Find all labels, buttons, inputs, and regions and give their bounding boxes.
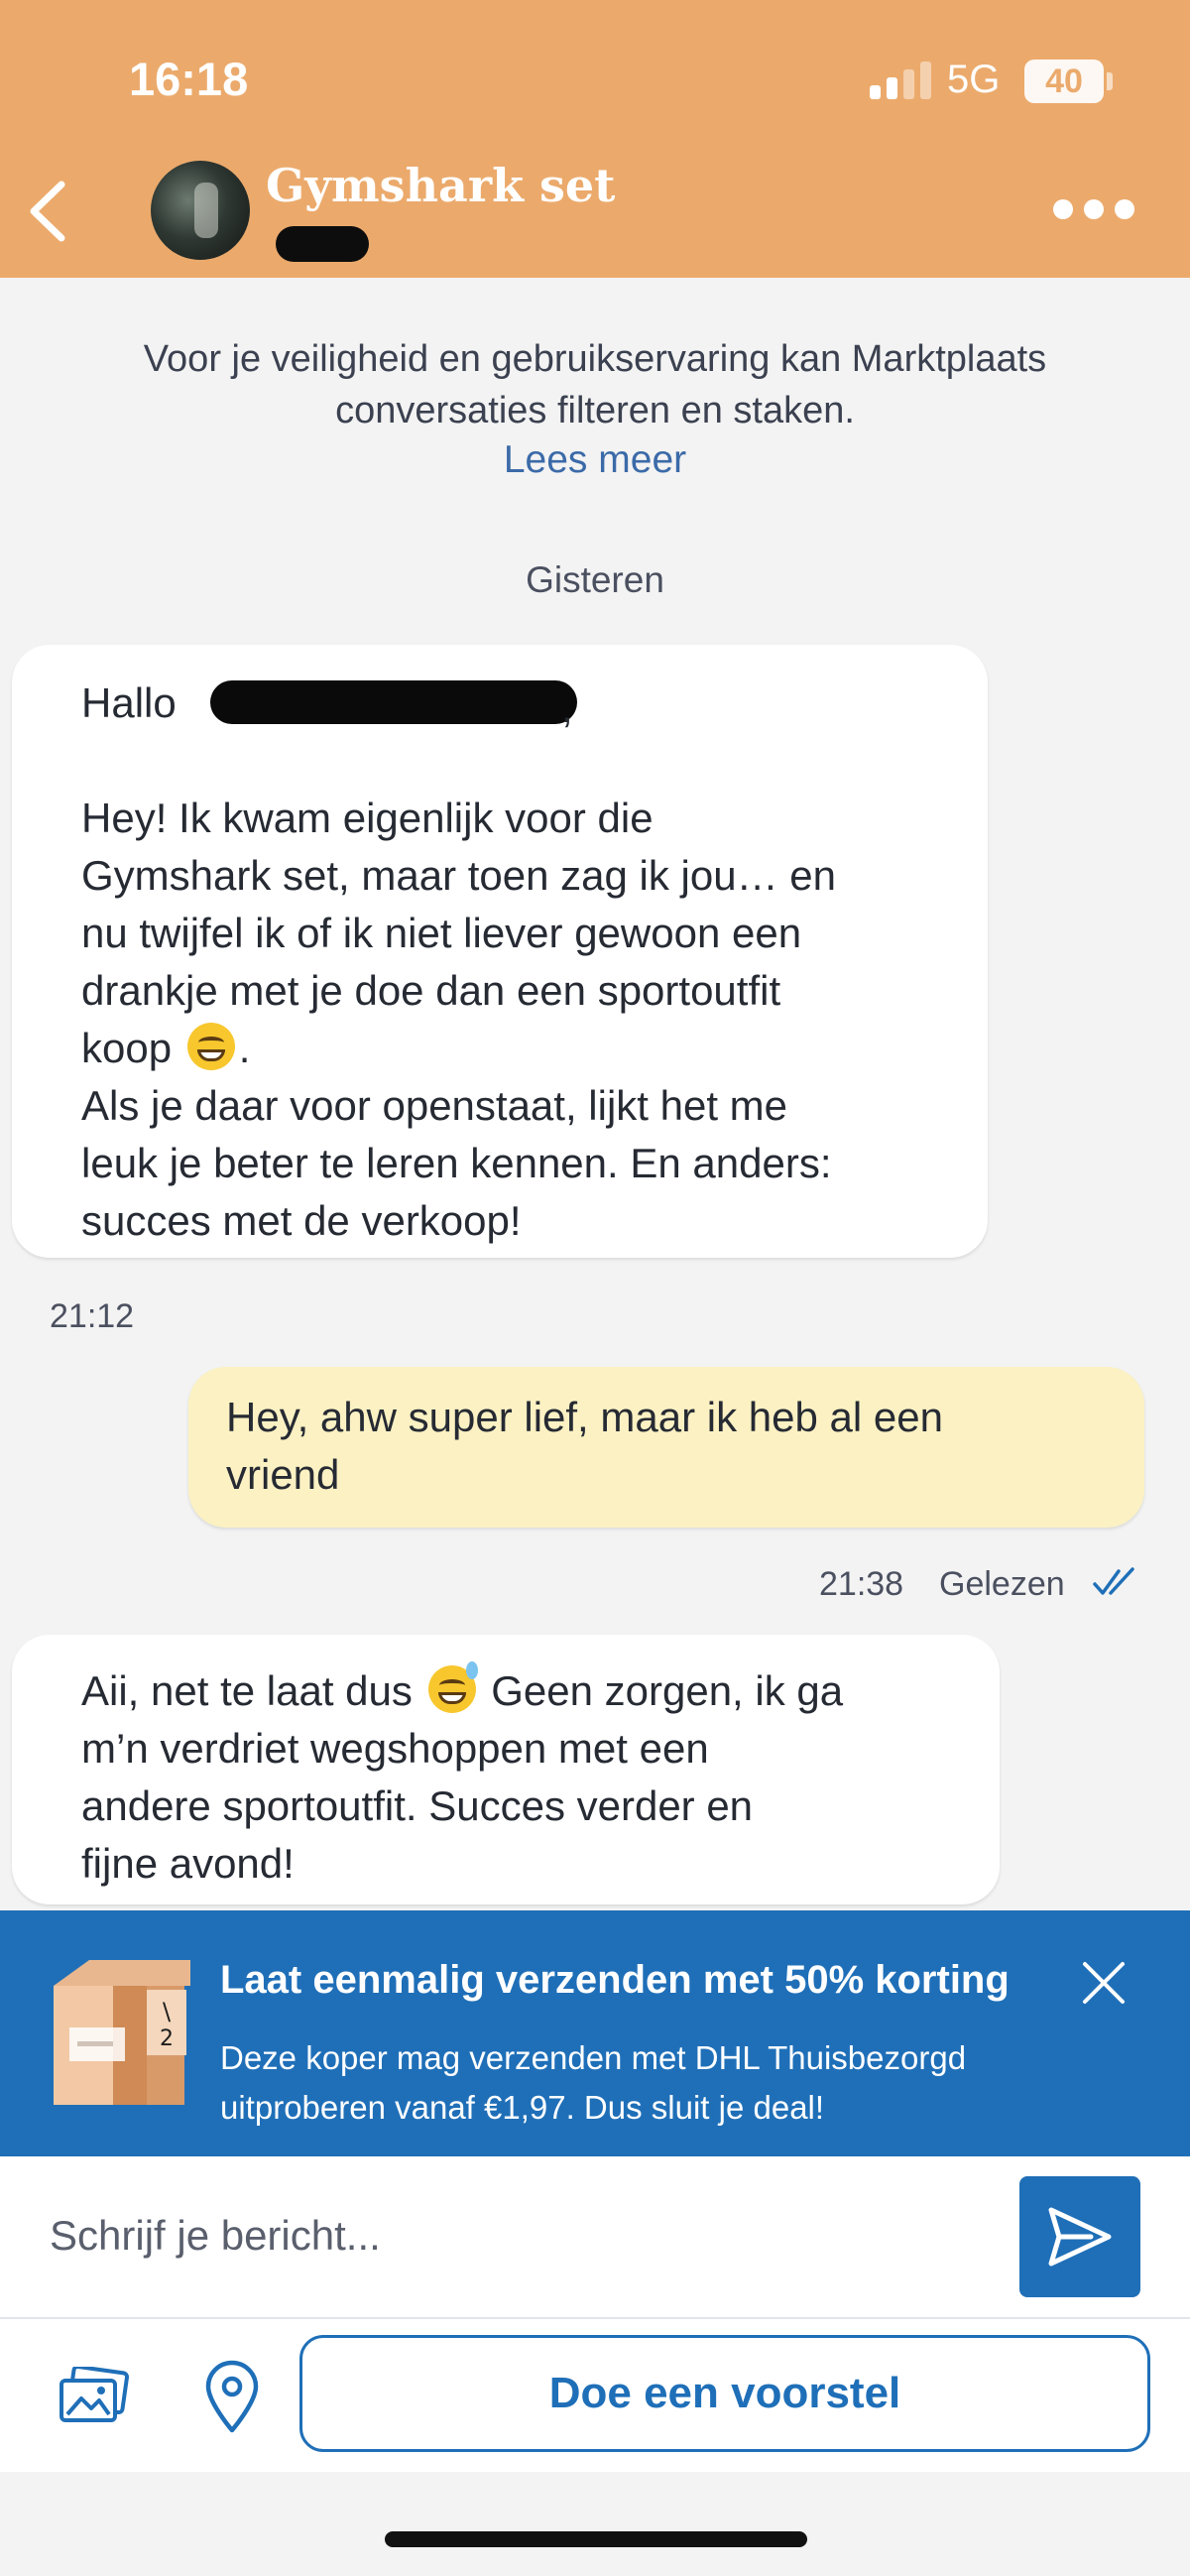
message-line-with-emoji: Aii, net te laat dus Geen zorgen, ik ga: [81, 1661, 844, 1720]
package-box-icon: \ 2: [54, 1960, 190, 2105]
battery-icon: 40: [1024, 60, 1104, 103]
battery-level: 40: [1045, 61, 1083, 100]
message-line: nu twijfel ik of ik niet liever gewoon e…: [81, 910, 802, 956]
svg-text:\: \: [163, 1998, 172, 2025]
back-button[interactable]: [20, 177, 79, 246]
promo-line: Deze koper mag verzenden met DHL Thuisbe…: [220, 2039, 967, 2076]
notice-line: Voor je veiligheid en gebruikservaring k…: [143, 338, 1047, 380]
avatar[interactable]: [151, 161, 250, 260]
close-icon[interactable]: [1079, 1958, 1129, 2008]
photo-icon[interactable]: [58, 2367, 129, 2426]
read-status: Gelezen: [939, 1565, 1065, 1603]
message-line: succes met de verkoop!: [81, 1197, 522, 1244]
chevron-left-icon: [30, 181, 65, 242]
send-button[interactable]: [1019, 2176, 1140, 2297]
battery-tip: [1107, 72, 1113, 90]
svg-text:2: 2: [160, 2026, 174, 2051]
message-line: vriend: [226, 1451, 340, 1498]
dot-icon: [1084, 199, 1104, 219]
message-greeting: Hallo: [81, 679, 177, 726]
redacted-username: [276, 226, 369, 262]
network-label: 5G: [947, 58, 1001, 101]
message-line-with-emoji: koop .: [81, 1020, 250, 1077]
message-line: Als je daar voor openstaat, lijkt het me: [81, 1082, 788, 1129]
chat-title: Gymshark set: [266, 159, 616, 212]
message-line: m’n verdriet wegshoppen met een: [81, 1725, 709, 1772]
more-options-button[interactable]: [1053, 196, 1134, 222]
dot-icon: [1115, 199, 1134, 219]
read-more-link[interactable]: Lees meer: [0, 438, 1190, 482]
message-line: andere sportoutfit. Succes verder en: [81, 1782, 754, 1829]
signal-icon: [870, 60, 933, 99]
message-line: Hey, ahw super lief, maar ik heb al een: [226, 1394, 943, 1440]
safety-notice: Voor je veiligheid en gebruikservaring k…: [60, 333, 1130, 436]
message-timestamp: 21:12: [50, 1297, 135, 1335]
message-text: Aii, net te laat dus: [81, 1667, 413, 1714]
make-offer-button[interactable]: Doe een voorstel: [299, 2335, 1150, 2452]
message-text: .: [238, 1025, 251, 1071]
send-icon: [1048, 2207, 1112, 2267]
sweat-smile-emoji-icon: [427, 1661, 478, 1713]
outgoing-message[interactable]: Hey, ahw super lief, maar ik heb al een …: [188, 1367, 1144, 1528]
promo-line: uitproberen vanaf €1,97. Dus sluit je de…: [220, 2089, 825, 2126]
status-time: 16:18: [129, 53, 249, 105]
message-text: Geen zorgen, ik ga: [491, 1667, 844, 1714]
incoming-message[interactable]: Hallo Hey! Ik kwam eigenlijk voor die Gy…: [12, 645, 988, 1258]
redacted-recipient-name: [210, 680, 577, 724]
promo-description: Deze koper mag verzenden met DHL Thuisbe…: [220, 2033, 966, 2133]
double-check-icon: [1093, 1567, 1134, 1595]
home-indicator[interactable]: [385, 2531, 807, 2547]
message-line: fijne avond!: [81, 1840, 295, 1887]
message-line: Gymshark set, maar toen zag ik jou… en: [81, 852, 836, 899]
location-pin-icon[interactable]: [200, 2359, 264, 2434]
grinning-emoji-icon: [186, 1023, 235, 1070]
message-line: Hey! Ik kwam eigenlijk voor die: [81, 795, 654, 841]
message-timestamp: 21:38: [819, 1565, 904, 1603]
message-line: leuk je beter te leren kennen. En anders…: [81, 1140, 832, 1186]
notice-line: conversaties filteren en staken.: [335, 390, 855, 431]
message-text: koop: [81, 1025, 173, 1071]
dot-icon: [1053, 199, 1073, 219]
day-separator: Gisteren: [526, 559, 664, 600]
message-input[interactable]: Schrijf je bericht...: [50, 2212, 381, 2260]
greeting-comma: ,: [561, 684, 573, 731]
incoming-message[interactable]: Aii, net te laat dus Geen zorgen, ik ga …: [12, 1635, 1000, 1904]
promo-title: Laat eenmalig verzenden met 50% korting: [220, 1958, 1010, 2002]
message-line: drankje met je doe dan een sportoutfit: [81, 967, 781, 1014]
